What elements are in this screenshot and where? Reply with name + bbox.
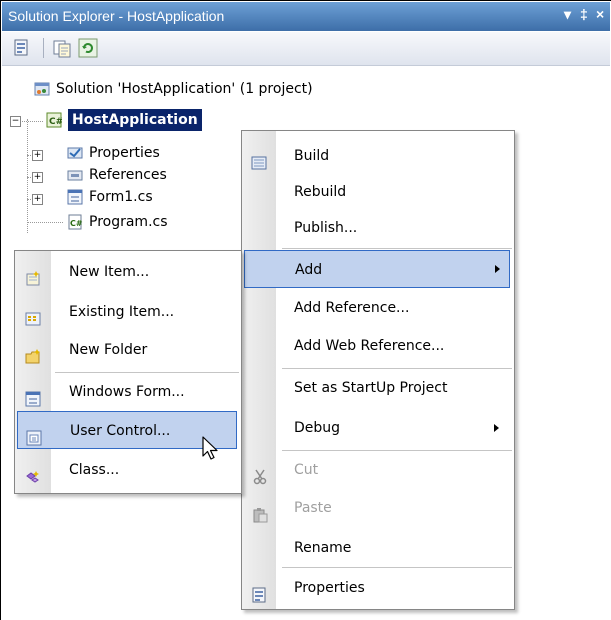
tree-line: [27, 222, 63, 223]
solution-explorer-window: Solution Explorer - HostApplication ▾ ‡ …: [0, 0, 611, 620]
properties-icon[interactable]: [12, 38, 32, 58]
menu-item-label: New Item...: [69, 264, 150, 280]
toolbar: [2, 32, 610, 66]
menu-item-label: Add: [295, 262, 323, 278]
title-bar: Solution Explorer - HostApplication ▾ ‡ …: [2, 2, 610, 31]
menu-item-label: Properties: [294, 580, 365, 596]
project-label: HostApplication: [67, 108, 203, 132]
class-icon: [25, 462, 41, 483]
svg-text:C#: C#: [70, 219, 83, 228]
solution-icon: [34, 81, 50, 97]
tree-line: [27, 119, 28, 233]
menu-item-publish[interactable]: Publish...: [242, 209, 514, 247]
expand-icon[interactable]: +: [32, 194, 43, 205]
menu-item-cut[interactable]: Cut: [242, 451, 514, 489]
menu-item-rebuild[interactable]: Rebuild: [242, 173, 514, 211]
menu-item-label: Debug: [294, 420, 341, 436]
menu-item-label: Rebuild: [294, 184, 347, 200]
windows-form-icon: [67, 189, 83, 205]
existing-item-icon: [25, 304, 41, 326]
properties-folder-icon: [67, 145, 83, 161]
submenu-arrow-icon: [495, 265, 500, 273]
properties-icon: [251, 580, 267, 603]
menu-item-build[interactable]: Build: [242, 137, 514, 175]
expand-icon[interactable]: +: [32, 150, 43, 161]
tree-item-label: References: [89, 167, 167, 183]
cut-icon: [252, 462, 268, 485]
menu-item-add[interactable]: Add: [244, 250, 510, 288]
refresh-icon[interactable]: [78, 38, 98, 58]
collapse-icon[interactable]: −: [10, 116, 21, 127]
new-folder-icon: [25, 342, 41, 364]
svg-text:C#: C#: [49, 117, 62, 127]
csharp-file-icon: C#: [67, 214, 83, 230]
auto-hide-pin-icon[interactable]: ‡: [580, 6, 588, 22]
mouse-cursor-icon: [202, 436, 218, 460]
expand-icon[interactable]: +: [32, 172, 43, 183]
show-all-files-icon[interactable]: [52, 38, 72, 58]
menu-separator: [282, 248, 512, 249]
menu-item-label: Set as StartUp Project: [294, 380, 448, 396]
menu-item-label: Add Web Reference...: [294, 338, 445, 354]
window-position-dropdown-icon[interactable]: ▾: [564, 6, 571, 23]
toolbar-separator: [43, 38, 44, 58]
menu-item-label: Add Reference...: [294, 300, 410, 316]
menu-item-label: Existing Item...: [69, 304, 175, 320]
build-icon: [251, 148, 267, 170]
references-icon: [67, 167, 83, 183]
tree-item-label: Properties: [89, 145, 160, 161]
close-icon[interactable]: ×: [596, 6, 604, 22]
submenu-item-new-item[interactable]: New Item...: [15, 253, 241, 291]
menu-item-debug[interactable]: Debug: [242, 409, 514, 447]
menu-item-add-reference[interactable]: Add Reference...: [242, 289, 514, 327]
paste-icon: [252, 500, 268, 523]
menu-item-paste[interactable]: Paste: [242, 489, 514, 527]
menu-item-label: Class...: [69, 462, 120, 478]
submenu-item-existing-item[interactable]: Existing Item...: [15, 293, 241, 331]
window-title: Solution Explorer - HostApplication: [8, 8, 225, 24]
menu-item-label: New Folder: [69, 342, 148, 358]
menu-item-label: Windows Form...: [69, 384, 185, 400]
menu-separator: [282, 567, 512, 568]
tree-item-label: Form1.cs: [89, 189, 153, 205]
menu-item-add-web-reference[interactable]: Add Web Reference...: [242, 327, 514, 365]
submenu-arrow-icon: [494, 424, 499, 432]
user-control-icon: [26, 423, 42, 446]
menu-item-label: Cut: [294, 462, 319, 478]
submenu-item-windows-form[interactable]: Windows Form...: [15, 373, 241, 411]
tree-item-label: Program.cs: [89, 214, 168, 230]
project-context-menu: Build Rebuild Publish... Add Add Referen…: [241, 130, 515, 610]
menu-item-set-startup[interactable]: Set as StartUp Project: [242, 369, 514, 407]
menu-item-label: Publish...: [294, 220, 358, 236]
menu-item-rename[interactable]: Rename: [242, 529, 514, 567]
menu-item-label: Build: [294, 148, 330, 164]
submenu-item-new-folder[interactable]: New Folder: [15, 331, 241, 369]
menu-item-label: Rename: [294, 540, 352, 556]
new-item-icon: [25, 264, 41, 286]
windows-form-icon: [25, 384, 41, 407]
menu-item-label: Paste: [294, 500, 332, 516]
solution-label: Solution 'HostApplication' (1 project): [56, 81, 313, 97]
menu-item-properties[interactable]: Properties: [242, 569, 514, 607]
csharp-project-icon: C#: [46, 112, 63, 128]
menu-item-label: User Control...: [70, 423, 171, 439]
